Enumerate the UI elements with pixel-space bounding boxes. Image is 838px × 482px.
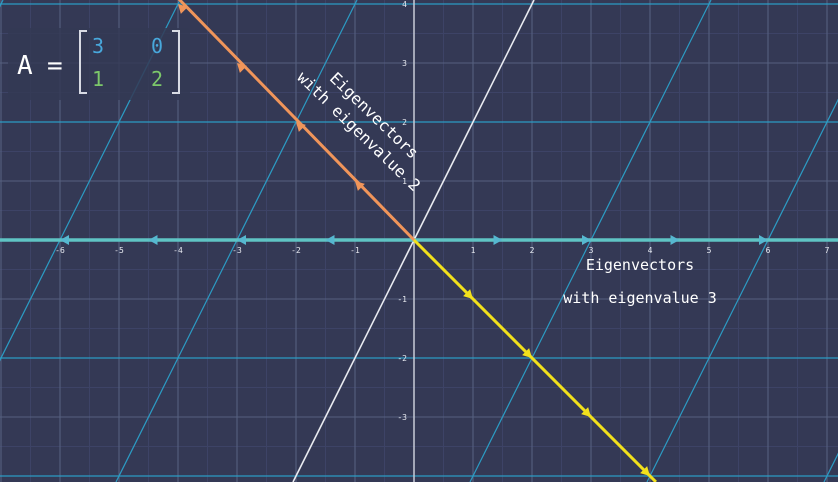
x-tick-label: 6 [766, 246, 771, 255]
matrix-name: A [17, 51, 33, 81]
y-tick-label: 2 [402, 118, 407, 127]
eigenvalue-3-label-line1: Eigenvectors [586, 256, 694, 274]
x-tick-label: -6 [55, 246, 65, 255]
x-tick-label: -4 [173, 246, 183, 255]
eigenvalue-3-label-line2: with eigenvalue 3 [563, 289, 717, 307]
linear-transformation-plot: -6 -5 -4 -3 -2 -1 1 2 3 4 5 6 7 4 3 2 1 -1 -2 -3 A = 3 0 1… [0, 0, 838, 482]
y-tick-label: -3 [397, 413, 407, 422]
x-tick-label: 3 [589, 246, 594, 255]
y-tick-label: -1 [397, 295, 407, 304]
x-tick-label: -5 [114, 246, 124, 255]
x-tick-label: 4 [648, 246, 653, 255]
x-tick-label: -1 [350, 246, 360, 255]
matrix-equals: = [47, 51, 63, 81]
x-tick-label: 2 [530, 246, 535, 255]
matrix-a21: 1 [92, 67, 104, 91]
x-tick-label: -2 [291, 246, 301, 255]
y-tick-label: 3 [402, 59, 407, 68]
x-tick-label: 1 [471, 246, 476, 255]
x-tick-label: 5 [707, 246, 712, 255]
x-tick-label: -3 [232, 246, 242, 255]
matrix-a: A = 3 0 1 2 [8, 28, 190, 100]
x-tick-label: 7 [825, 246, 830, 255]
matrix-a22: 2 [151, 67, 163, 91]
matrix-a11: 3 [92, 34, 104, 58]
matrix-a12: 0 [151, 34, 163, 58]
y-tick-label: -2 [397, 354, 407, 363]
y-tick-label: 4 [402, 0, 407, 9]
